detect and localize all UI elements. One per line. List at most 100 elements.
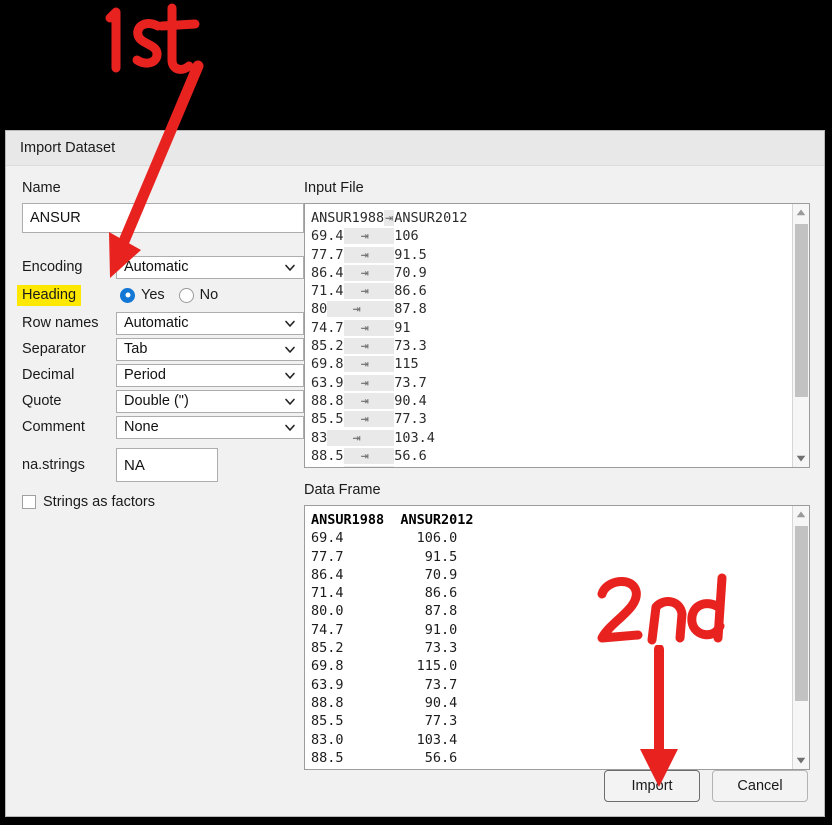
tab-marker-icon: ⇥ [343, 374, 395, 391]
quote-value: Double (") [124, 393, 189, 409]
input-file-line: 77.7 ⇥ 91.5 [311, 246, 427, 263]
tab-marker-icon: ⇥ [343, 356, 395, 373]
comment-row: Comment None [22, 414, 304, 440]
input-file-preview: ANSUR1988⇥ANSUR2012 69.4 ⇥ 106 77.7 ⇥ 91.5… [304, 203, 810, 468]
data-frame-row: 74.7 91.0 [311, 621, 458, 638]
data-frame-title: Data Frame [304, 482, 381, 498]
nastrings-label: na.strings [22, 457, 85, 473]
input-file-line: 86.4 ⇥ 70.9 [311, 264, 427, 281]
scroll-down-icon[interactable] [793, 752, 809, 769]
rownames-row: Row names Automatic [22, 310, 304, 336]
data-frame-row: 63.9 73.7 [311, 676, 458, 693]
data-frame-row: 73.6 86.4 [311, 767, 792, 769]
heading-row: Heading Yes No [17, 280, 304, 310]
import-dataset-dialog: Import Dataset Name Encoding Automatic [5, 130, 825, 817]
tab-marker-icon: ⇥ [327, 429, 395, 446]
scroll-up-icon[interactable] [793, 506, 809, 523]
scroll-down-icon[interactable] [793, 450, 809, 467]
dialog-title: Import Dataset [20, 140, 116, 156]
strings-as-factors-row[interactable]: Strings as factors [22, 494, 304, 510]
data-frame-row: 88.5 56.6 [311, 749, 458, 766]
input-file-line: 69.4 ⇥ 106 [311, 228, 419, 245]
data-frame-row: 85.5 77.3 [311, 713, 458, 730]
heading-radio-no[interactable]: No [178, 287, 218, 303]
data-frame-row: 83.0 103.4 [311, 731, 458, 748]
checkbox-unchecked-icon[interactable] [22, 495, 36, 509]
scroll-up-icon[interactable] [793, 204, 809, 221]
input-file-line: 74.7 ⇥ 91 [311, 319, 411, 336]
rownames-value: Automatic [124, 315, 189, 331]
tab-marker-icon: ⇥ [343, 319, 395, 336]
encoding-row: Encoding Automatic [22, 254, 304, 280]
decimal-value: Period [124, 367, 166, 383]
encoding-value: Automatic [124, 259, 189, 275]
dialog-footer: Import Cancel [604, 770, 808, 802]
separator-select[interactable]: Tab [116, 337, 304, 361]
data-frame-row: 80.0 87.8 [311, 603, 458, 620]
input-file-scrollbar[interactable] [792, 204, 809, 467]
data-frame-row: 69.8 115.0 [311, 658, 458, 675]
chevron-down-icon [284, 262, 295, 273]
tab-marker-icon: ⇥ [343, 228, 395, 245]
heading-radio-yes[interactable]: Yes [120, 287, 165, 303]
quote-row: Quote Double (") [22, 388, 304, 414]
input-file-line: 69.8 ⇥ 115 [311, 356, 419, 373]
input-file-line: 88.5 ⇥ 56.6 [311, 447, 427, 464]
options-panel: Name Encoding Automatic Heading [17, 180, 304, 510]
separator-label: Separator [22, 341, 86, 357]
dialog-titlebar: Import Dataset [6, 131, 824, 166]
encoding-label: Encoding [22, 259, 83, 275]
nastrings-input[interactable] [116, 448, 218, 482]
encoding-select[interactable]: Automatic [116, 255, 304, 279]
scrollbar-thumb[interactable] [795, 526, 808, 701]
input-file-line: 88.8 ⇥ 90.4 [311, 392, 427, 409]
data-frame-scrollbar[interactable] [792, 506, 809, 769]
heading-label: Heading [17, 285, 116, 306]
comment-select[interactable]: None [116, 415, 304, 439]
data-frame-row: 71.4 86.6 [311, 585, 458, 602]
tab-marker-icon: ⇥ [343, 447, 395, 464]
quote-label: Quote [22, 393, 62, 409]
chevron-down-icon [284, 396, 295, 407]
quote-select[interactable]: Double (") [116, 389, 304, 413]
annotation-1st-text [96, 2, 201, 87]
tab-marker-icon: ⇥ [343, 466, 395, 467]
input-file-line: 73.6 ⇥ 86.4 [311, 465, 792, 467]
decimal-row: Decimal Period [22, 362, 304, 388]
input-file-line: 63.9 ⇥ 73.7 [311, 374, 427, 391]
scrollbar-thumb[interactable] [795, 224, 808, 397]
data-frame-row: 86.4 70.9 [311, 566, 458, 583]
import-button[interactable]: Import [604, 770, 700, 802]
chevron-down-icon [284, 318, 295, 329]
separator-row: Separator Tab [22, 336, 304, 362]
chevron-down-icon [284, 344, 295, 355]
chevron-down-icon [284, 370, 295, 381]
screenshot-root: Import Dataset Name Encoding Automatic [0, 0, 832, 825]
input-file-header-line: ANSUR1988⇥ANSUR2012 [311, 210, 468, 226]
decimal-select[interactable]: Period [116, 363, 304, 387]
data-frame-row: 77.7 91.5 [311, 548, 458, 565]
tab-marker-icon: ⇥ [343, 411, 395, 428]
strings-as-factors-label: Strings as factors [43, 494, 156, 510]
dialog-body: Name Encoding Automatic Heading [6, 166, 824, 816]
radio-unselected-icon [178, 287, 194, 303]
input-file-line: 83 ⇥ 103.4 [311, 429, 435, 446]
cancel-button[interactable]: Cancel [712, 770, 808, 802]
tab-marker-icon: ⇥ [327, 301, 395, 318]
input-file-title: Input File [304, 180, 364, 196]
rownames-select[interactable]: Automatic [116, 311, 304, 335]
tab-marker-icon: ⇥ [343, 283, 395, 300]
tab-marker-icon: ⇥ [343, 264, 395, 281]
heading-radio-group: Yes No [120, 287, 232, 303]
tab-marker-icon: ⇥ [384, 210, 395, 226]
input-file-line: 85.2 ⇥ 73.3 [311, 338, 427, 355]
data-frame-preview: ANSUR1988 ANSUR2012 69.4 106.0 77.7 91.5 86… [304, 505, 810, 770]
name-label: Name [22, 180, 61, 196]
data-frame-header-row: ANSUR1988 ANSUR2012 [311, 512, 474, 528]
chevron-down-icon [284, 422, 295, 433]
tab-marker-icon: ⇥ [343, 392, 395, 409]
separator-value: Tab [124, 341, 148, 357]
name-input[interactable] [22, 203, 304, 233]
tab-marker-icon: ⇥ [343, 338, 395, 355]
preview-panel: Input File ANSUR1988⇥ANSUR2012 69.4 ⇥ 106… [304, 180, 810, 770]
